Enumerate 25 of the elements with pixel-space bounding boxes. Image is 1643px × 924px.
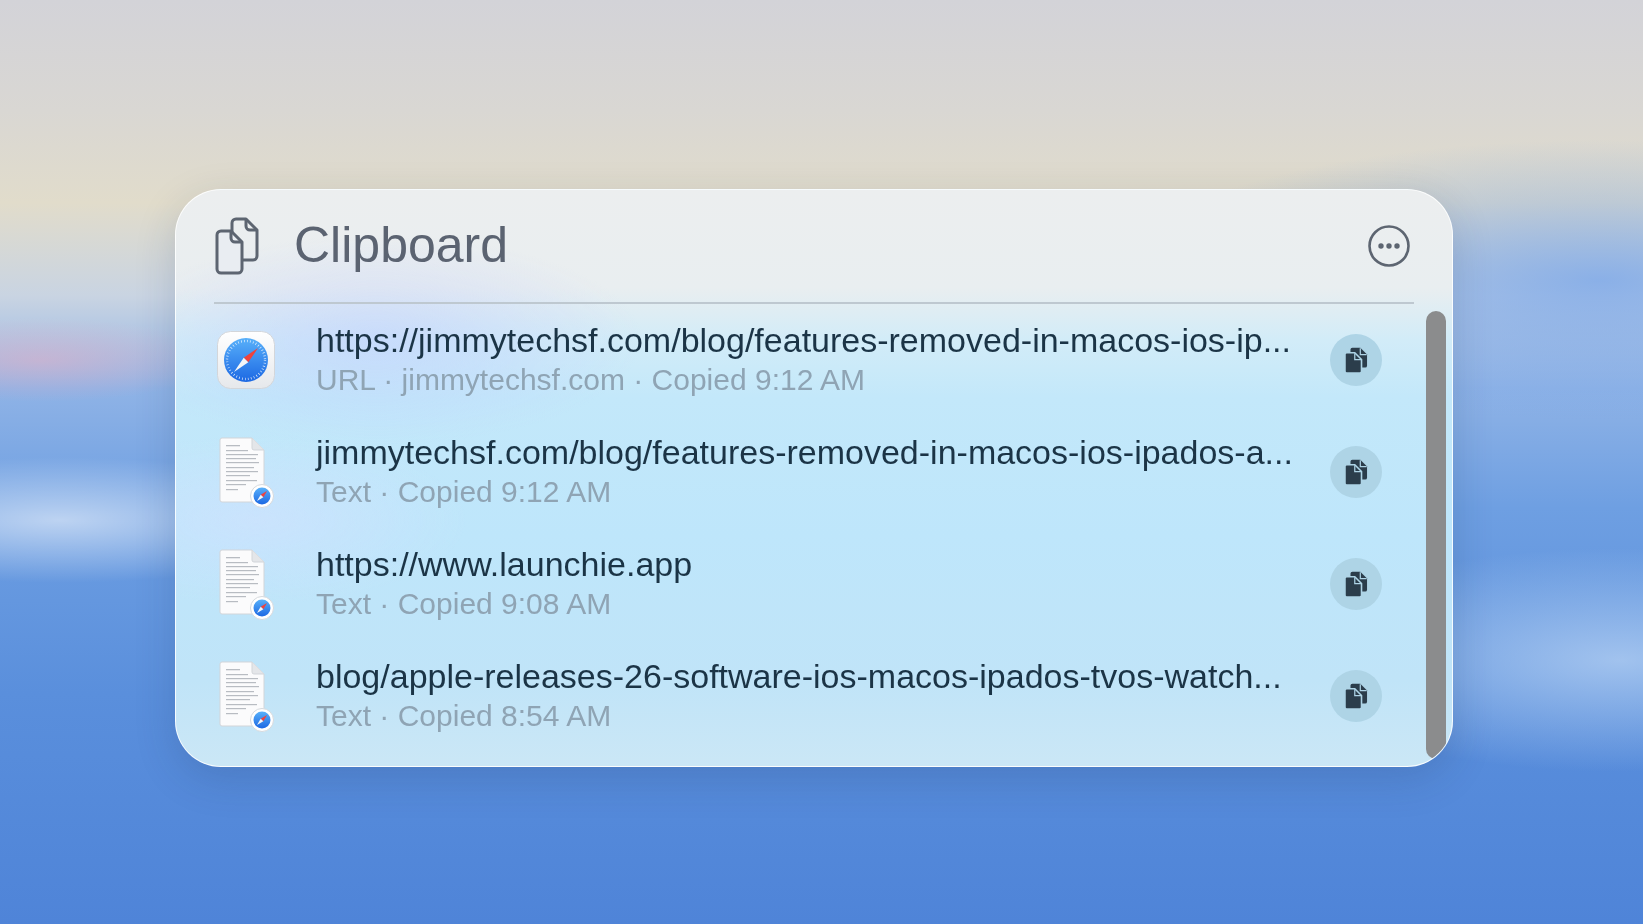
item-detail: URL · jimmytechsf.com · Copied 9:12 AM [316, 362, 866, 398]
ellipsis-circle-icon [1368, 225, 1410, 267]
panel-title: Clipboard [294, 217, 508, 275]
item-detail: Text · Copied 9:12 AM [316, 474, 612, 510]
item-title: blog/apple-releases-26-software-ios-macos-ipados-tvos-watch... [316, 656, 1282, 696]
document-icon [218, 436, 274, 508]
copy-icon [1344, 346, 1368, 374]
copy-icon [1344, 570, 1368, 598]
copy-icon [1344, 458, 1368, 486]
item-title: jimmytechsf.com/blog/features-removed-in-macos-ios-ipados-a... [316, 432, 1293, 472]
item-detail: Text · Copied 8:54 AM [316, 698, 612, 734]
copy-button[interactable] [1330, 558, 1382, 610]
item-detail: Text · Copied 9:08 AM [316, 586, 612, 622]
compass-icon [217, 331, 275, 389]
copy-button[interactable] [1330, 446, 1382, 498]
item-title: https://www.launchie.app [316, 544, 693, 584]
document-icon [218, 548, 274, 620]
document-icon [218, 660, 274, 732]
more-button[interactable] [1368, 225, 1410, 267]
copy-button[interactable] [1330, 670, 1382, 722]
copy-icon [1344, 682, 1368, 710]
documents-icon [214, 216, 262, 276]
scrollbar-thumb[interactable] [1426, 311, 1446, 759]
item-title: https://jimmytechsf.com/blog/features-removed-in-macos-ios-ip... [316, 320, 1291, 360]
copy-button[interactable] [1330, 334, 1382, 386]
